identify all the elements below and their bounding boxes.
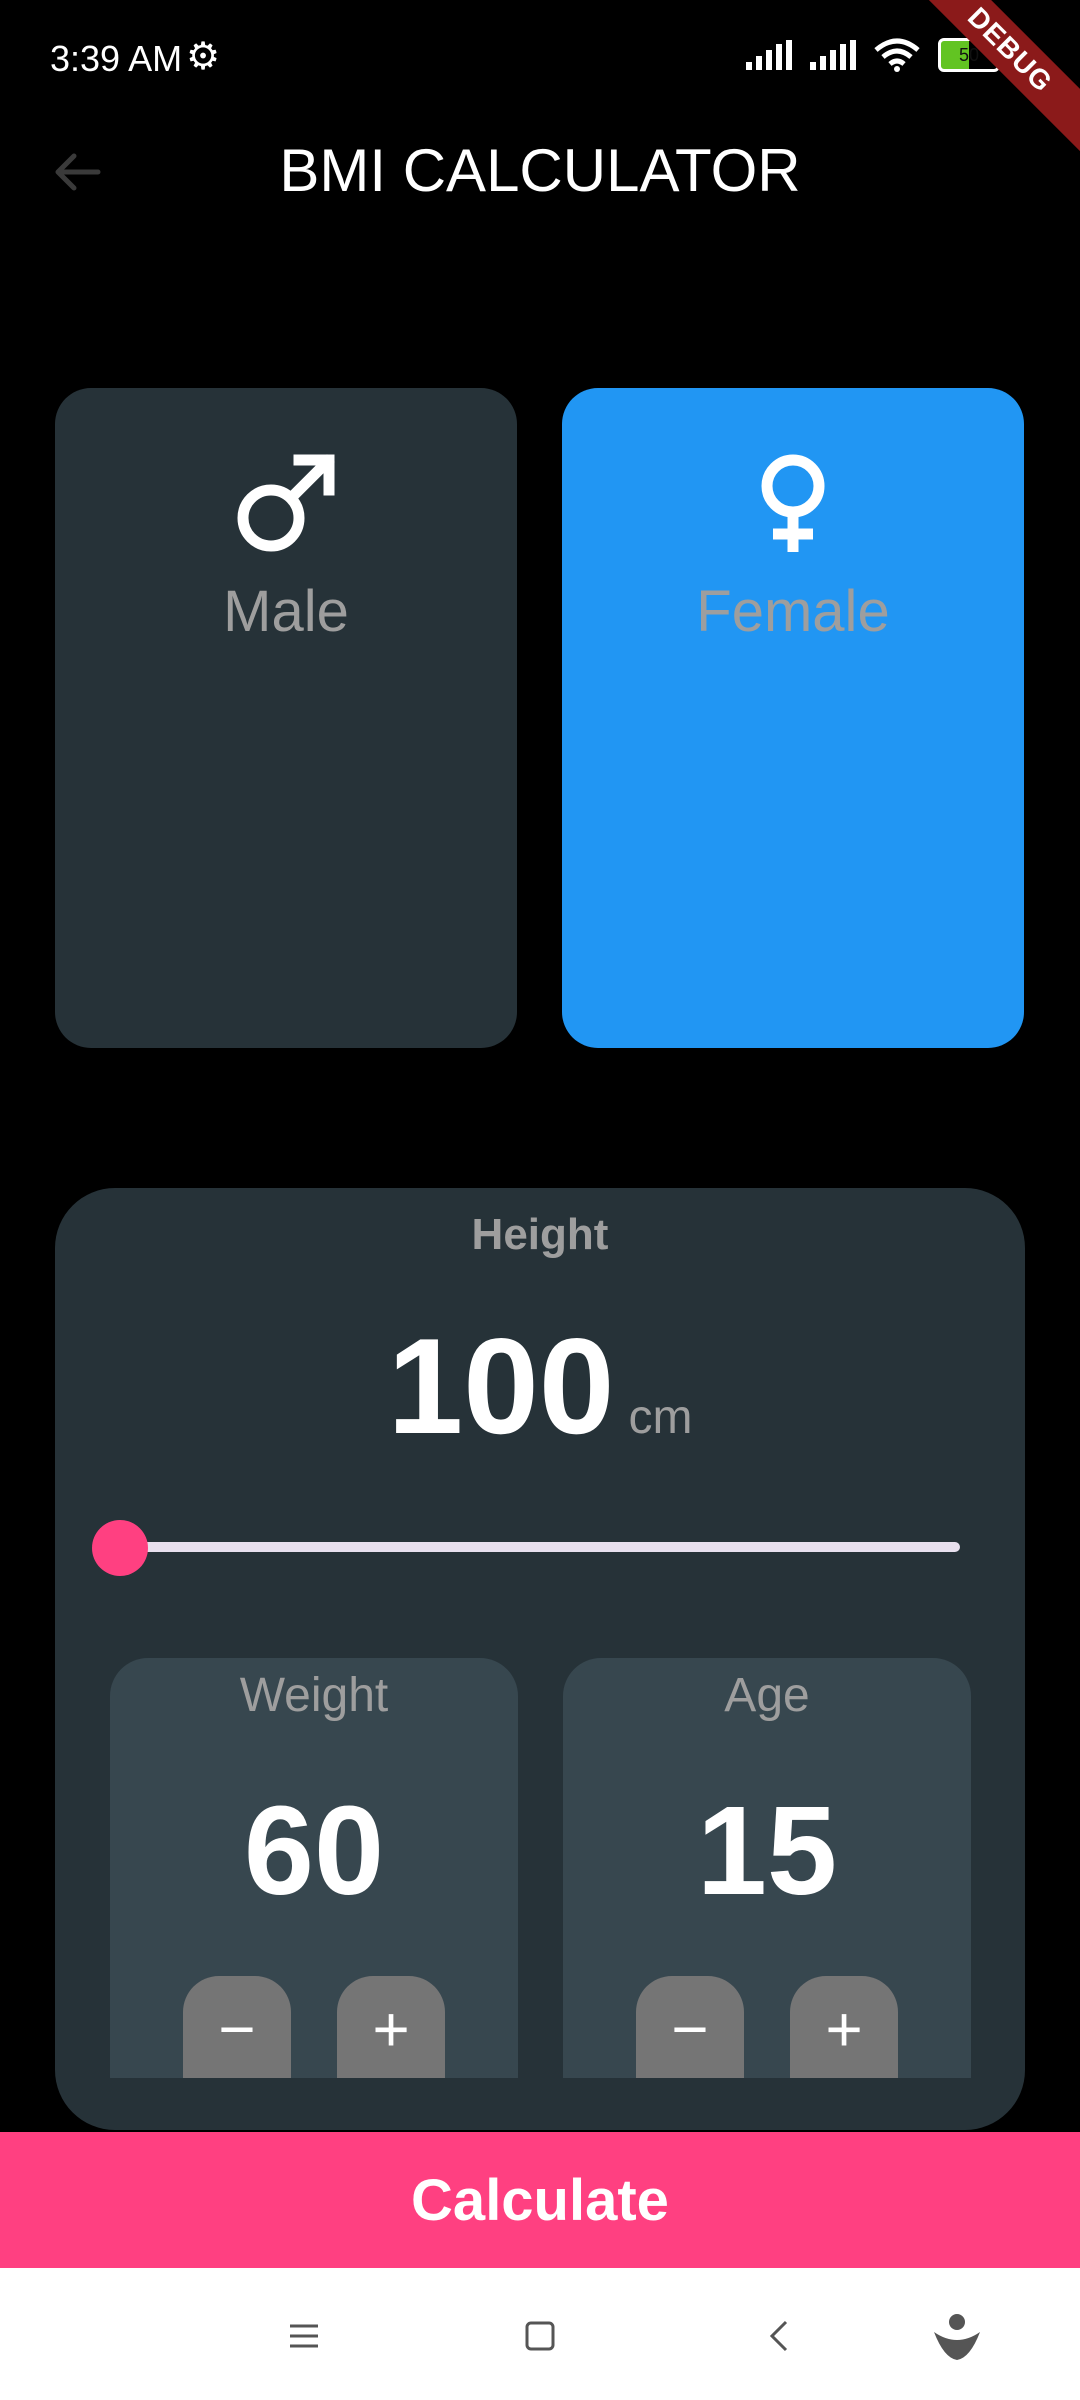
female-symbol-icon [761, 454, 825, 552]
age-buttons: − + [563, 1976, 971, 2078]
height-unit: cm [628, 1391, 693, 1444]
status-bar: 3:39 AM ⚙ 50 DEBUG [0, 0, 1080, 158]
female-label: Female [696, 579, 890, 644]
status-time: 3:39 AM [50, 38, 183, 79]
age-increment-button[interactable]: + [790, 1976, 898, 2078]
weight-decrement-button[interactable]: − [183, 1976, 291, 2078]
settings-gear-icon: ⚙ [186, 36, 221, 78]
age-decrement-button[interactable]: − [636, 1976, 744, 2078]
home-square-icon[interactable] [516, 2312, 564, 2360]
height-value-row: 100 cm [55, 1308, 1025, 1464]
back-chevron-icon[interactable] [756, 2312, 804, 2360]
menu-icon[interactable] [280, 2312, 328, 2360]
height-slider-track[interactable] [120, 1542, 960, 1552]
assistant-icon[interactable] [930, 2308, 984, 2362]
height-slider-thumb[interactable] [92, 1520, 148, 1576]
male-label: Male [223, 579, 349, 644]
signal-icon-2 [810, 40, 856, 70]
age-label: Age [724, 1669, 810, 1722]
weight-label: Weight [239, 1669, 389, 1722]
age-value: 15 [696, 1780, 838, 1921]
weight-increment-button[interactable]: + [337, 1976, 445, 2078]
wifi-icon [874, 38, 920, 72]
weight-card: Weight 60 − + [110, 1658, 518, 2078]
height-panel: Height 100 cm Weight 60 − + Age 15 − + [55, 1188, 1025, 2130]
app-bar: BMI CALCULATOR [0, 120, 1080, 220]
male-symbol-icon [237, 454, 335, 552]
weight-value: 60 [243, 1780, 385, 1921]
height-slider[interactable] [92, 1518, 960, 1578]
female-card[interactable]: Female [562, 388, 1024, 1048]
weight-buttons: − + [110, 1976, 518, 2078]
page-title: BMI CALCULATOR [279, 137, 801, 204]
system-nav-bar [0, 2268, 1080, 2400]
signal-icon [746, 40, 792, 70]
height-value: 100 [387, 1310, 615, 1462]
height-title: Height [471, 1210, 609, 1259]
status-icons: 50 [746, 38, 1005, 72]
age-card: Age 15 − + [563, 1658, 971, 2078]
male-card[interactable]: Male [55, 388, 517, 1048]
calculate-button[interactable]: Calculate [0, 2132, 1080, 2268]
